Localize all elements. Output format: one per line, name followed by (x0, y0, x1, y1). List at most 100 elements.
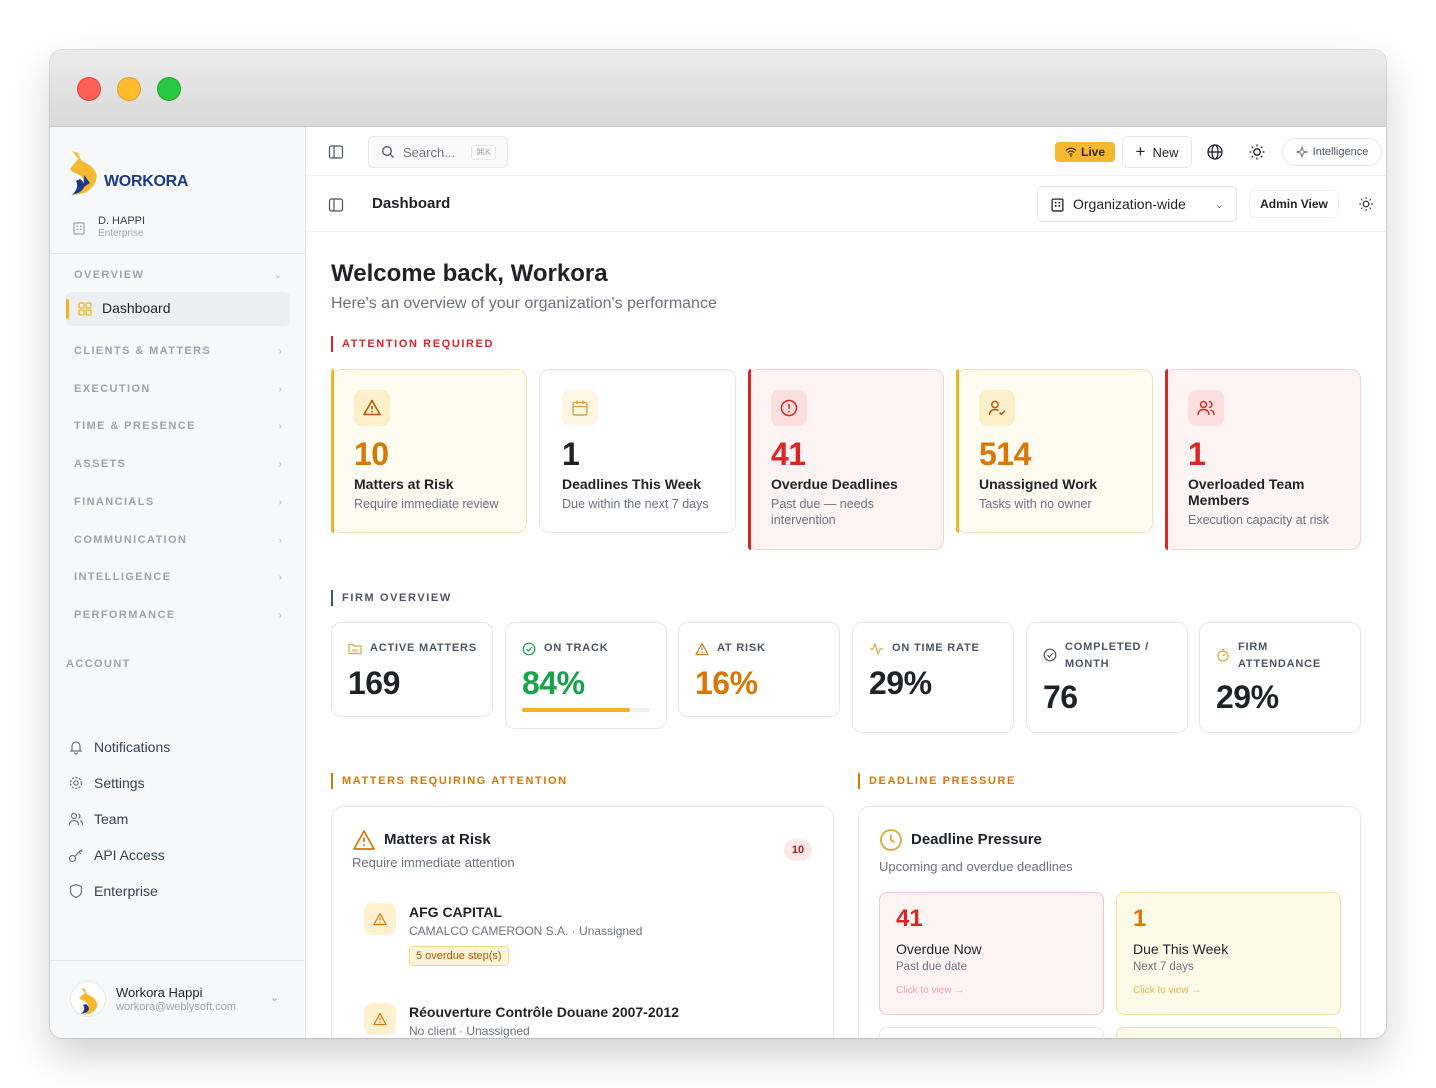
overview-card-value: 76 (1043, 679, 1078, 715)
sun-icon[interactable] (1358, 196, 1374, 212)
app-root: WORKORA D. HAPPI Enterprise OVERVIEW ⌄ D… (50, 127, 1386, 1038)
overview-card-label: COMPLETED / MONTH (1065, 641, 1149, 670)
overview-card-completed-month[interactable]: COMPLETED / MONTH 76 (1026, 622, 1188, 733)
grid-icon (78, 302, 92, 316)
warning-triangle-icon (695, 642, 709, 656)
overview-card-at-risk[interactable]: AT RISK 16% (678, 622, 840, 717)
page-header: Dashboard Organization-wide ⌄ Admin View (306, 176, 1386, 232)
minimize-window-button[interactable] (117, 77, 141, 101)
card-desc: Execution capacity at risk (1188, 513, 1330, 527)
sidebar-group-label: COMMUNICATION (74, 534, 188, 546)
deadline-title: Due This Week (1133, 941, 1229, 957)
attention-card-overloaded-team[interactable]: 1 Overloaded Team Members Execution capa… (1165, 369, 1361, 550)
sidebar-group-performance[interactable]: PERFORMANCE › (74, 609, 282, 621)
sidebar-item-enterprise[interactable]: Enterprise (68, 883, 158, 899)
sidebar-item-dashboard[interactable]: Dashboard (66, 292, 290, 326)
progress-fill (522, 708, 630, 712)
brand-logo[interactable]: WORKORA (68, 149, 188, 201)
sidebar-item-api-access[interactable]: API Access (68, 847, 165, 863)
globe-icon[interactable] (1206, 143, 1224, 161)
key-icon (68, 849, 83, 863)
overview-card-active-matters[interactable]: ACTIVE MATTERS 169 (331, 622, 493, 717)
sidebar-group-execution[interactable]: EXECUTION › (74, 383, 282, 395)
card-value: 41 (771, 436, 806, 472)
sidebar-item-notifications[interactable]: Notifications (68, 739, 170, 755)
stopwatch-icon (1217, 648, 1229, 662)
panel-toggle-icon[interactable] (328, 197, 344, 213)
sun-icon[interactable] (1248, 143, 1266, 161)
sidebar-item-label: Enterprise (94, 883, 158, 899)
window-titlebar (50, 50, 1386, 127)
org-plan: Enterprise (98, 228, 144, 239)
gazelle-logo-icon (70, 151, 97, 195)
sidebar-item-settings[interactable]: Settings (68, 775, 145, 791)
close-window-button[interactable] (77, 77, 101, 101)
welcome-subtitle: Here's an overview of your organization'… (331, 295, 717, 312)
attention-card-overdue-deadlines[interactable]: 41 Overdue Deadlines Past due — needs in… (748, 369, 944, 550)
sidebar-item-label: API Access (94, 847, 165, 863)
search-placeholder: Search... (403, 144, 456, 160)
sidebar-group-clients-matters[interactable]: CLIENTS & MATTERS › (74, 345, 282, 357)
sidebar-item-label: Team (94, 811, 129, 827)
card-desc: Past due — needs intervention (771, 497, 874, 527)
new-button[interactable]: + New (1122, 136, 1192, 168)
users-icon (68, 812, 84, 826)
overview-card-on-time-rate[interactable]: ON TIME RATE 29% (852, 622, 1014, 733)
sidebar-group-label: FINANCIALS (74, 496, 155, 508)
wifi-icon (1065, 147, 1077, 157)
sidebar-toggle-icon[interactable] (328, 144, 344, 160)
admin-view-button[interactable]: Admin View (1249, 190, 1339, 218)
overview-card-header: COMPLETED / MONTH (1043, 639, 1177, 673)
panel-subtitle: Upcoming and overdue deadlines (879, 859, 1073, 874)
click-to-view-link[interactable]: Click to view → (896, 985, 964, 996)
sidebar-group-time-presence[interactable]: TIME & PRESENCE › (74, 420, 282, 432)
overview-card-header: FIRM ATTENDANCE (1216, 639, 1320, 673)
deadline-desc: Next 7 days (1133, 961, 1194, 973)
sidebar-group-overview[interactable]: OVERVIEW ⌄ (74, 269, 282, 281)
overview-card-value: 16% (695, 665, 758, 701)
overview-card-on-track[interactable]: ON TRACK 84% (505, 622, 667, 729)
deadline-section-label: DEADLINE PRESSURE (858, 773, 1016, 789)
card-value: 1 (562, 436, 580, 472)
click-to-view-link[interactable]: Click to view → (1133, 985, 1201, 996)
shield-icon (69, 883, 83, 899)
matter-title: Réouverture Contrôle Douane 2007-2012 (409, 1004, 679, 1020)
welcome-title: Welcome back, Workora (331, 260, 608, 287)
attention-card-deadlines-this-week[interactable]: 1 Deadlines This Week Due within the nex… (539, 369, 736, 533)
new-label: New (1152, 144, 1179, 160)
live-badge[interactable]: Live (1055, 142, 1116, 162)
building-icon (73, 221, 85, 235)
sidebar-group-assets[interactable]: ASSETS › (74, 458, 282, 470)
chevron-right-icon: › (278, 345, 282, 357)
search-input[interactable]: Search... ⌘K (368, 136, 508, 168)
sidebar-group-intelligence[interactable]: INTELLIGENCE › (74, 571, 282, 583)
warning-triangle-icon (353, 830, 375, 850)
org-name: D. HAPPI (98, 215, 146, 227)
building-icon (1051, 198, 1064, 212)
maximize-window-button[interactable] (157, 77, 181, 101)
sparkle-icon (1295, 146, 1308, 158)
overview-card-firm-attendance[interactable]: FIRM ATTENDANCE 29% (1199, 622, 1361, 733)
attention-card-matters-at-risk[interactable]: 10 Matters at Risk Require immediate rev… (331, 369, 527, 533)
user-menu[interactable]: Workora Happi workora@weblysoft.com ⌄ (50, 960, 306, 1038)
attention-card-unassigned-work[interactable]: 514 Unassigned Work Tasks with no owner (956, 369, 1153, 533)
deadline-card-due-this-week[interactable]: 1 Due This Week Next 7 days Click to vie… (1116, 892, 1341, 1015)
card-title: Unassigned Work (979, 476, 1097, 492)
sidebar-group-communication[interactable]: COMMUNICATION › (74, 534, 282, 546)
app-window: WORKORA D. HAPPI Enterprise OVERVIEW ⌄ D… (50, 50, 1386, 1038)
deadline-card-overdue[interactable]: 41 Overdue Now Past due date Click to vi… (879, 892, 1104, 1015)
card-value: 10 (354, 436, 389, 472)
sidebar-item-team[interactable]: Team (68, 811, 128, 827)
folder-icon (348, 643, 362, 655)
scope-select[interactable]: Organization-wide ⌄ (1037, 186, 1237, 222)
card-desc: Require immediate review (354, 497, 499, 511)
org-switcher[interactable]: D. HAPPI Enterprise (72, 215, 145, 240)
warning-triangle-icon (364, 1003, 396, 1035)
user-check-icon (979, 390, 1015, 426)
card-title: Overloaded Team Members (1188, 476, 1305, 508)
panel-subtitle: Require immediate attention (352, 855, 515, 870)
sidebar-group-financials[interactable]: FINANCIALS › (74, 496, 282, 508)
intelligence-button[interactable]: Intelligence (1282, 138, 1382, 166)
deadline-card-placeholder (1116, 1027, 1341, 1038)
sidebar-item-label: Notifications (94, 739, 171, 755)
